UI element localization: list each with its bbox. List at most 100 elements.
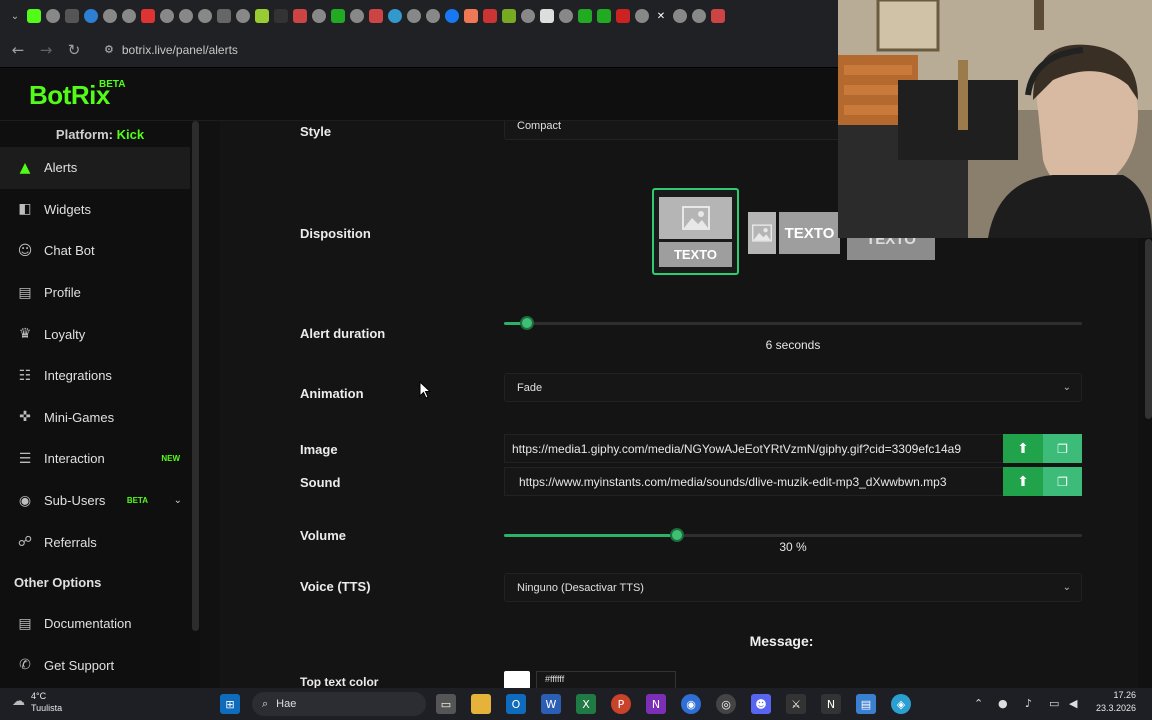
sidebar-item-loyalty[interactable]: ♛ Loyalty [0, 313, 190, 355]
disposition-text-sample: TEXTO [659, 242, 732, 267]
top-text-color-swatch[interactable] [504, 671, 530, 688]
bookmark-icon[interactable] [369, 9, 383, 23]
sound-library-button[interactable]: ❐ [1043, 467, 1082, 496]
bookmark-icon[interactable] [597, 9, 611, 23]
image-url-input[interactable]: https://media1.giphy.com/media/NGYowAJeE… [504, 434, 1004, 463]
botrix-logo[interactable]: BotRix [29, 80, 110, 111]
volume-icon[interactable]: ◀ [1069, 697, 1077, 710]
bookmark-icon[interactable] [103, 9, 117, 23]
notepad-icon[interactable]: ▤ [856, 694, 876, 714]
bookmark-icon[interactable] [293, 9, 307, 23]
discord-icon[interactable]: ☻ [751, 694, 771, 714]
sidebar-item-mini-games[interactable]: ✜ Mini-Games [0, 397, 190, 439]
bookmark-icon[interactable] [483, 9, 497, 23]
app-icon[interactable]: ⚔ [786, 694, 806, 714]
bookmark-icon[interactable] [141, 9, 155, 23]
bookmark-icon[interactable] [46, 9, 60, 23]
bookmark-icon[interactable] [331, 9, 345, 23]
bookmark-icon[interactable] [198, 9, 212, 23]
bookmark-icon[interactable] [122, 9, 136, 23]
chevron-down-icon[interactable]: ⌄ [174, 495, 182, 506]
image-upload-button[interactable]: ⬆ [1003, 434, 1043, 463]
site-settings-icon[interactable]: ⚙ [104, 43, 114, 56]
system-clock[interactable]: 17.26 23.3.2026 [1096, 689, 1136, 715]
sidebar-item-alerts[interactable]: ▲ Alerts [0, 147, 190, 189]
bookmark-icon[interactable] [255, 9, 269, 23]
forward-icon[interactable]: → [32, 36, 60, 64]
sound-url-input[interactable]: https://www.myinstants.com/media/sounds/… [504, 467, 1004, 496]
word-icon[interactable]: W [541, 694, 561, 714]
bookmark-icon[interactable] [692, 9, 706, 23]
alert-duration-slider-thumb[interactable] [520, 316, 534, 330]
bookmark-icon[interactable] [217, 9, 231, 23]
sound-upload-button[interactable]: ⬆ [1003, 467, 1043, 496]
disposition-option-image-left-of-text[interactable]: TEXTO [748, 212, 840, 254]
disposition-option-image-above-text[interactable]: TEXTO [652, 188, 739, 275]
sidebar-item-get-support[interactable]: ✆ Get Support [0, 645, 190, 687]
app-icon[interactable]: N [821, 694, 841, 714]
bookmark-icon[interactable] [160, 9, 174, 23]
sidebar-item-widgets[interactable]: ◧ Widgets [0, 189, 190, 231]
sidebar-item-documentation[interactable]: ▤ Documentation [0, 603, 190, 645]
bookmark-icon[interactable] [559, 9, 573, 23]
weather-widget[interactable]: ☁ 4°C Tuulista [12, 690, 62, 714]
address-bar[interactable]: ⚙ botrix.live/panel/alerts [94, 36, 854, 63]
sidebar-item-chat-bot[interactable]: ☺ Chat Bot [0, 230, 190, 272]
bookmark-icon[interactable] [274, 9, 288, 23]
sidebar-scrollbar[interactable] [192, 121, 199, 631]
bookmark-icon[interactable] [407, 9, 421, 23]
image-library-button[interactable]: ❐ [1043, 434, 1082, 463]
sidebar-item-referrals[interactable]: ☍ Referrals [0, 521, 190, 563]
bookmark-icon[interactable] [635, 9, 649, 23]
bookmark-icon[interactable] [179, 9, 193, 23]
bookmark-icon[interactable] [521, 9, 535, 23]
bookmark-icon[interactable] [616, 9, 630, 23]
bookmark-icon[interactable] [84, 9, 98, 23]
sidebar-item-profile[interactable]: ▤ Profile [0, 272, 190, 314]
outlook-icon[interactable]: O [506, 694, 526, 714]
sidebar-item-interaction[interactable]: ☰ Interaction NEW [0, 438, 190, 480]
bookmark-icon[interactable] [673, 9, 687, 23]
bookmark-icon[interactable]: ✕ [654, 9, 668, 23]
back-icon[interactable]: ← [4, 36, 32, 64]
windows-start-icon[interactable]: ⊞ [220, 694, 240, 714]
bookmark-icon[interactable] [350, 9, 364, 23]
powerpoint-icon[interactable]: P [611, 694, 631, 714]
chevron-down-icon[interactable]: ⌄ [8, 9, 22, 23]
excel-icon[interactable]: X [576, 694, 596, 714]
bookmark-icon[interactable] [540, 9, 554, 23]
microphone-icon[interactable]: ♪ [1025, 697, 1032, 710]
bookmark-icon[interactable] [464, 9, 478, 23]
bookmark-icon[interactable] [711, 9, 725, 23]
task-view-icon[interactable]: ▭ [436, 694, 456, 714]
bookmark-icon[interactable] [27, 9, 41, 23]
voice-tts-select[interactable]: Ninguno (Desactivar TTS) ⌄ [504, 573, 1082, 602]
bookmark-icon[interactable] [445, 9, 459, 23]
taskbar-search[interactable]: ⌕ Hae [252, 692, 426, 716]
top-text-color-input[interactable]: #ffffff [536, 671, 676, 688]
main-scrollbar[interactable] [1145, 239, 1152, 419]
gamepad-icon: ✜ [19, 409, 31, 426]
sidebar-item-sub-users[interactable]: ◉ Sub-Users BETA ⌄ [0, 480, 190, 522]
volume-slider[interactable] [504, 528, 1082, 542]
tray-overflow-icon[interactable]: ⌃ [974, 697, 983, 710]
sidebar-item-integrations[interactable]: ☷ Integrations [0, 355, 190, 397]
obs-icon[interactable]: ◎ [716, 694, 736, 714]
display-icon[interactable]: ▭ [1049, 697, 1059, 710]
bookmark-icon[interactable] [502, 9, 516, 23]
bookmark-icon[interactable] [236, 9, 250, 23]
reload-icon[interactable]: ↻ [60, 36, 88, 64]
animation-select[interactable]: Fade ⌄ [504, 373, 1082, 402]
tray-app-icon[interactable]: ● [998, 697, 1008, 710]
logo-beta-badge: BETA [99, 79, 126, 90]
bookmark-icon[interactable] [388, 9, 402, 23]
bookmark-icon[interactable] [65, 9, 79, 23]
app-icon[interactable]: ◈ [891, 694, 911, 714]
onenote-icon[interactable]: N [646, 694, 666, 714]
bookmark-icon[interactable] [426, 9, 440, 23]
file-explorer-icon[interactable] [471, 694, 491, 714]
bookmark-icon[interactable] [578, 9, 592, 23]
bookmark-icon[interactable] [312, 9, 326, 23]
alert-duration-slider[interactable] [504, 316, 1082, 330]
chrome-icon[interactable]: ◉ [681, 694, 701, 714]
